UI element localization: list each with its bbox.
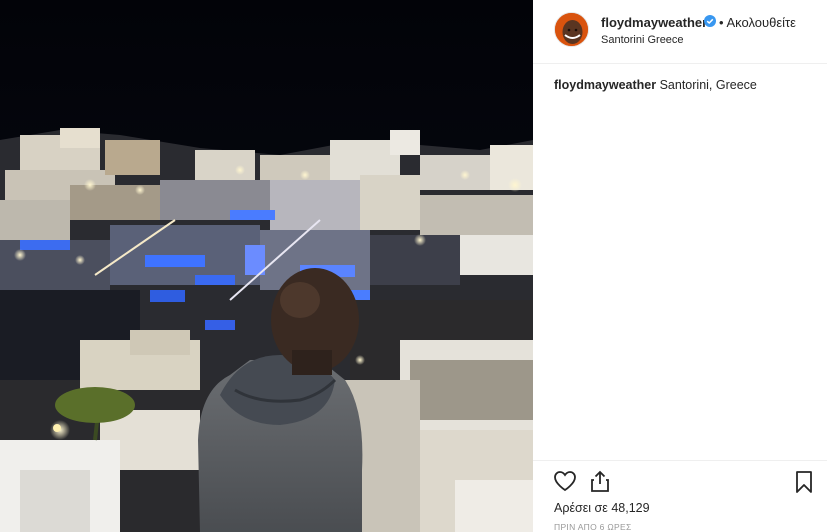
username-link[interactable]: floydmayweather: [601, 15, 707, 30]
verified-badge-icon: [704, 15, 716, 27]
share-icon[interactable]: [589, 469, 611, 493]
post-caption: floydmayweather Santorini, Greece: [554, 78, 757, 92]
likes-count[interactable]: Αρέσει σε 48,129: [554, 501, 650, 515]
post-sidebar: floydmayweather • Ακολουθείτε Santorini …: [533, 0, 827, 532]
santorini-night-photo: [0, 0, 533, 532]
heart-icon[interactable]: [553, 470, 577, 492]
post-actions: Αρέσει σε 48,129 ΠΡΙΝ ΑΠΟ 6 ΩΡΕΣ: [533, 460, 827, 532]
post-photo[interactable]: [0, 0, 533, 532]
post-timestamp[interactable]: ΠΡΙΝ ΑΠΟ 6 ΩΡΕΣ: [554, 522, 632, 532]
caption-text: Santorini, Greece: [656, 78, 757, 92]
location-link[interactable]: Santorini Greece: [601, 34, 684, 46]
avatar[interactable]: [554, 12, 589, 47]
bookmark-icon[interactable]: [794, 470, 814, 494]
following-status[interactable]: • Ακολουθείτε: [719, 15, 796, 30]
post-header: floydmayweather • Ακολουθείτε Santorini …: [533, 0, 827, 64]
avatar-image: [555, 13, 588, 46]
caption-username[interactable]: floydmayweather: [554, 78, 656, 92]
